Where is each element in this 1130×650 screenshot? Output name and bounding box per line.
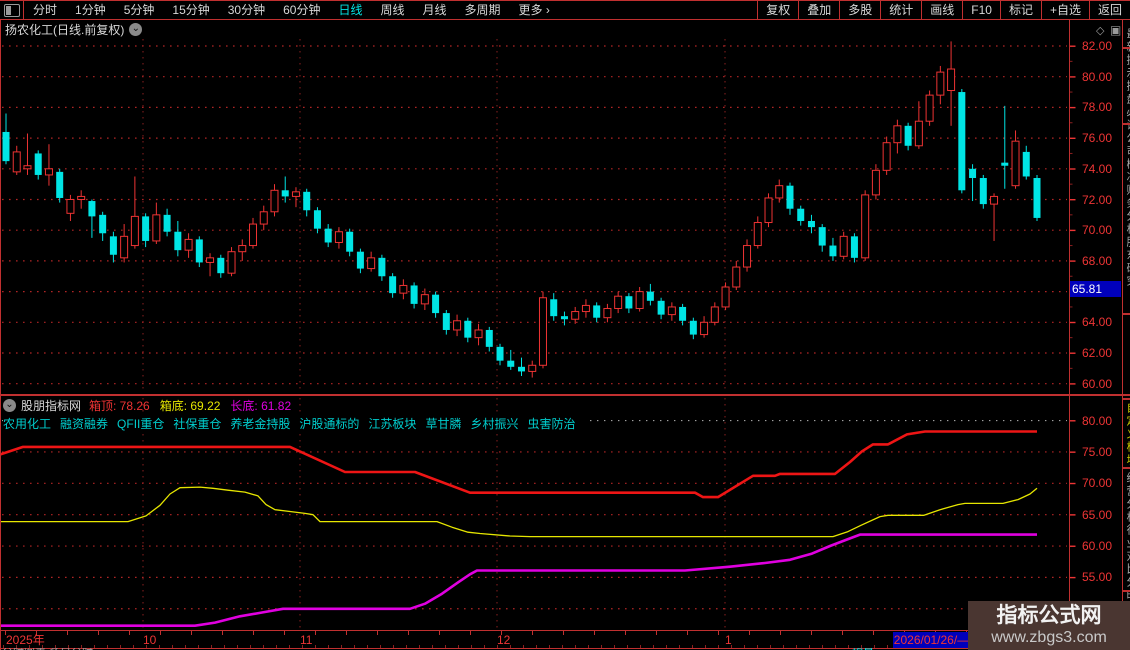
watermark-title: 指标公式网 [996, 604, 1102, 627]
indicator-source[interactable]: 股朋指标网 [21, 397, 81, 414]
main-axis-label: 72.00 [1081, 192, 1113, 207]
period-tab-5分钟[interactable]: 5分钟 [115, 1, 164, 20]
sub-axis-label: 65.00 [1081, 507, 1113, 522]
concept-tag-社保重仓[interactable]: 社保重仓 [173, 415, 221, 432]
sub-axis-label: 75.00 [1081, 444, 1113, 459]
concept-tag-乡村振兴[interactable]: 乡村振兴 [470, 415, 518, 432]
strip-text-active: 自定义板块 [1125, 402, 1130, 467]
chevron-down-icon[interactable]: ⌄ [3, 399, 16, 412]
main-axis-label: 68.00 [1081, 253, 1113, 268]
main-axis-label: 62.00 [1081, 346, 1113, 360]
main-axis-label: 76.00 [1081, 131, 1113, 146]
toolbar-right-buttons: 复权 叠加 多股 统计 画线 F10 标记 +自选 返回 [757, 1, 1130, 19]
toolbar-button-统计[interactable]: 统计 [880, 1, 921, 19]
period-tab-分时[interactable]: 分时 [24, 1, 66, 20]
period-tab-月线[interactable]: 月线 [414, 1, 456, 20]
watermark-url: www.zbgs3.com [991, 629, 1107, 646]
panel-toggle-icon [3, 3, 20, 17]
strip-divider [1123, 467, 1130, 469]
date-axis-label: 10 [143, 633, 157, 647]
toolbar-button-标记[interactable]: 标记 [999, 1, 1041, 19]
period-tab-60分钟[interactable]: 60分钟 [274, 1, 329, 20]
toolbar-button-画线[interactable]: 画线 [921, 1, 962, 19]
main-axis-label: 70.00 [1081, 223, 1113, 238]
highlighted-date-tag: 2026/01/26/— [893, 632, 970, 648]
date-axis-label: 2025年 [6, 633, 45, 647]
main-axis-label: 60.00 [1081, 376, 1113, 391]
watermark-badge: 指标公式网 www.zbgs3.com [968, 601, 1130, 650]
strip-divider [1123, 590, 1130, 592]
concept-tag-草甘膦[interactable]: 草甘膦 [425, 415, 461, 432]
main-axis-label: 82.00 [1081, 39, 1113, 53]
strip-text: 最新提示操盘必读公司概况财务分析股东研究 [1125, 28, 1130, 288]
concept-tag-虫害防治[interactable]: 虫害防治 [527, 415, 575, 432]
indicator-field: 箱底: 69.22 [159, 399, 221, 413]
indicator-field: 箱顶: 78.26 [89, 399, 150, 413]
toolbar-button-复权[interactable]: 复权 [757, 1, 798, 19]
strip-divider [1123, 47, 1130, 49]
pane-divider [0, 394, 1130, 396]
period-tab-30分钟[interactable]: 30分钟 [219, 1, 274, 20]
chevron-down-icon[interactable]: ⌄ [129, 23, 143, 36]
period-tab-周线[interactable]: 周线 [371, 1, 413, 20]
period-tab-1分钟[interactable]: 1分钟 [66, 1, 115, 20]
top-toolbar: 分时 1分钟 5分钟 15分钟 30分钟 60分钟 日线 周线 月线 多周期 更多 › 复权 叠加 多股… [0, 0, 1130, 20]
toolbar-button-多股[interactable]: 多股 [839, 1, 880, 19]
main-axis-label: 64.00 [1081, 315, 1113, 330]
date-axis-label: 11 [300, 633, 313, 647]
sub-axis-label: 70.00 [1081, 476, 1113, 491]
main-axis-label: 80.00 [1081, 69, 1113, 84]
chart-canvas[interactable] [0, 0, 1130, 650]
concept-tag-养老金持股[interactable]: 养老金持股 [230, 415, 290, 432]
last-price-tag: 65.81 [1070, 281, 1121, 297]
diamond-icon[interactable]: ◇ [1096, 24, 1104, 37]
concept-tag-QFII重仓[interactable]: QFII重仓 [117, 415, 164, 432]
toolbar-button-返回[interactable]: 返回 [1088, 1, 1130, 19]
indicator-header: ⌄ 股朋指标网 箱顶: 78.26 箱底: 69.22 长底: 61.82 [3, 398, 301, 413]
right-side-strip[interactable]: 最新提示操盘必读公司概况财务分析股东研究 自定义板块 经营分析行业对比分时走势 [1123, 20, 1130, 650]
concept-tag-江苏板块[interactable]: 江苏板块 [368, 415, 416, 432]
period-tab-更多 ›[interactable]: 更多 › [510, 1, 559, 20]
chart-title-row: 扬农化工(日线.前复权) ⌄ [5, 22, 143, 37]
indicator-values: 箱顶: 78.26 箱底: 69.22 长底: 61.82 [89, 397, 301, 414]
period-tab-15分钟[interactable]: 15分钟 [163, 1, 218, 20]
left-border [0, 20, 1, 650]
strip-divider [1123, 398, 1130, 400]
concept-tag-融资融券[interactable]: 融资融券 [60, 415, 108, 432]
main-axis-label: 74.00 [1081, 161, 1113, 176]
date-axis-label: 1 [725, 633, 732, 647]
strip-divider [1123, 123, 1130, 125]
strip-divider [1123, 313, 1130, 315]
period-tabs: 分时 1分钟 5分钟 15分钟 30分钟 60分钟 日线 周线 月线 多周期 更多 › [24, 1, 757, 19]
timeline-top-border [0, 630, 1130, 631]
concept-tag-农用化工[interactable]: 农用化工 [3, 415, 51, 432]
period-tab-多周期[interactable]: 多周期 [456, 1, 510, 20]
panel-icon[interactable]: ▣ [1110, 23, 1121, 37]
axis-separator [1069, 20, 1070, 650]
toolbar-button-F10[interactable]: F10 [962, 1, 1000, 19]
concept-tags: 农用化工 融资融券 QFII重仓 社保重仓 养老金持股 沪股通标的 江苏板块 草甘膦 乡村振兴虫… [3, 415, 589, 432]
main-axis-label: 78.00 [1081, 100, 1113, 115]
page-title: 扬农化工(日线.前复权) [5, 23, 125, 37]
indicator-field: 长底: 61.82 [230, 399, 292, 413]
sub-axis-label: 80.00 [1081, 413, 1113, 428]
layout-toggle-button[interactable] [0, 1, 24, 19]
toolbar-button-+自选[interactable]: +自选 [1040, 1, 1089, 19]
date-axis-label: 12 [497, 633, 511, 647]
sub-axis-label: 60.00 [1081, 539, 1113, 554]
concept-tag-沪股通标的[interactable]: 沪股通标的 [299, 415, 359, 432]
sub-axis-label: 55.00 [1081, 570, 1113, 585]
toolbar-button-叠加[interactable]: 叠加 [798, 1, 839, 19]
period-tab-日线[interactable]: 日线 [329, 1, 371, 20]
